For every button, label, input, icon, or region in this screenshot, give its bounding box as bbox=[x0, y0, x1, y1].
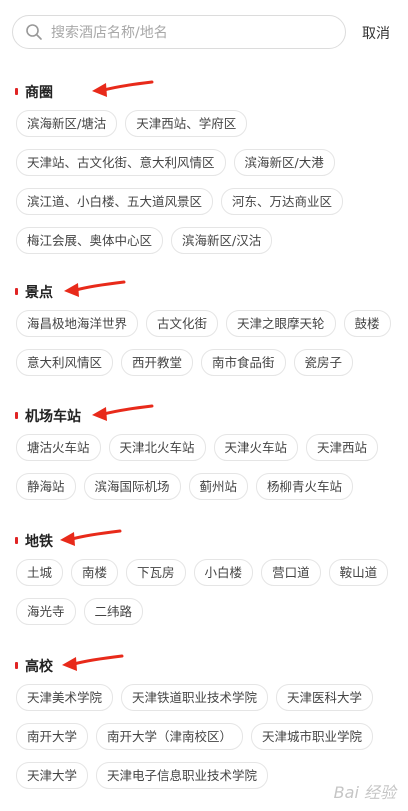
tag-row: 南开大学 南开大学（津南校区） 天津城市职业学院 bbox=[16, 723, 396, 750]
tag-list: 塘沽火车站 天津北火车站 天津火车站 天津西站 静海站 滨海国际机场 蓟州站 杨… bbox=[0, 434, 396, 500]
section-marker bbox=[15, 537, 18, 544]
tag-item[interactable]: 天津火车站 bbox=[213, 434, 299, 461]
tag-item[interactable]: 杨柳青火车站 bbox=[256, 473, 354, 500]
tag-row: 天津美术学院 天津铁道职业技术学院 天津医科大学 bbox=[16, 684, 396, 711]
tag-list: 滨海新区/塘沽 天津西站、学府区 天津站、古文化街、意大利风情区 滨海新区/大港… bbox=[0, 110, 396, 254]
tag-item[interactable]: 天津医科大学 bbox=[276, 684, 374, 711]
tag-item[interactable]: 滨海新区/汉沽 bbox=[171, 227, 273, 254]
red-arrow-icon bbox=[92, 404, 154, 421]
tag-item[interactable]: 滨海新区/大港 bbox=[233, 149, 335, 176]
red-arrow-icon bbox=[92, 80, 154, 97]
section-header: 机场车站 bbox=[0, 404, 408, 428]
tag-item[interactable]: 塘沽火车站 bbox=[16, 434, 101, 461]
tag-item[interactable]: 静海站 bbox=[16, 473, 76, 500]
tag-item[interactable]: 西开教堂 bbox=[121, 349, 194, 376]
section-header: 商圈 bbox=[0, 80, 408, 104]
tag-item[interactable]: 天津西站 bbox=[306, 434, 379, 461]
section-marker bbox=[15, 412, 18, 419]
tag-row: 静海站 滨海国际机场 蓟州站 杨柳青火车站 bbox=[16, 473, 396, 500]
tag-item[interactable]: 鼓楼 bbox=[343, 310, 391, 337]
page: 搜索酒店名称/地名 取消 商圈 滨海新区/塘沽 天津西站、学府区 天津站、古文化… bbox=[0, 0, 408, 811]
red-arrow-icon bbox=[64, 280, 126, 297]
tag-item[interactable]: 下瓦房 bbox=[126, 559, 186, 586]
red-arrow-icon bbox=[60, 529, 122, 546]
section-business-district: 商圈 滨海新区/塘沽 天津西站、学府区 天津站、古文化街、意大利风情区 滨海新区… bbox=[0, 80, 408, 266]
section-metro: 地铁 土城 南楼 下瓦房 小白楼 营口道 鞍山道 海光寺 二纬路 bbox=[0, 529, 408, 637]
tag-row: 天津站、古文化街、意大利风情区 滨海新区/大港 bbox=[16, 149, 396, 176]
tag-item[interactable]: 天津站、古文化街、意大利风情区 bbox=[16, 149, 226, 176]
tag-item[interactable]: 二纬路 bbox=[83, 598, 144, 625]
tag-item[interactable]: 土城 bbox=[16, 559, 64, 586]
tag-item[interactable]: 天津之眼摩天轮 bbox=[226, 310, 336, 337]
tag-item[interactable]: 天津美术学院 bbox=[16, 684, 114, 711]
section-transport: 机场车站 塘沽火车站 天津北火车站 天津火车站 天津西站 静海站 滨海国际机场 … bbox=[0, 404, 408, 512]
section-attractions: 景点 海昌极地海洋世界 古文化街 天津之眼摩天轮 鼓楼 意大利风情区 西开教堂 … bbox=[0, 280, 408, 388]
red-arrow-icon bbox=[62, 654, 124, 671]
tag-row: 塘沽火车站 天津北火车站 天津火车站 天津西站 bbox=[16, 434, 396, 461]
tag-list: 天津美术学院 天津铁道职业技术学院 天津医科大学 南开大学 南开大学（津南校区）… bbox=[0, 684, 396, 789]
tag-item[interactable]: 滨海国际机场 bbox=[83, 473, 181, 500]
section-header: 地铁 bbox=[0, 529, 408, 553]
tag-item[interactable]: 河东、万达商业区 bbox=[221, 188, 344, 215]
tag-item[interactable]: 小白楼 bbox=[193, 559, 254, 586]
search-input[interactable]: 搜索酒店名称/地名 bbox=[12, 15, 346, 49]
tag-row: 滨江道、小白楼、五大道风景区 河东、万达商业区 bbox=[16, 188, 396, 215]
tag-item[interactable]: 海昌极地海洋世界 bbox=[16, 310, 139, 337]
section-title: 景点 bbox=[25, 285, 53, 301]
tag-item[interactable]: 海光寺 bbox=[16, 598, 76, 625]
tag-item[interactable]: 滨海新区/塘沽 bbox=[16, 110, 118, 137]
section-header: 高校 bbox=[0, 654, 408, 678]
tag-item[interactable]: 天津城市职业学院 bbox=[251, 723, 374, 750]
section-marker bbox=[15, 88, 18, 95]
tag-list: 海昌极地海洋世界 古文化街 天津之眼摩天轮 鼓楼 意大利风情区 西开教堂 南市食… bbox=[0, 310, 396, 376]
section-title: 商圈 bbox=[25, 85, 53, 101]
tag-item[interactable]: 天津大学 bbox=[16, 762, 89, 789]
tag-item[interactable]: 天津西站、学府区 bbox=[125, 110, 248, 137]
tag-item[interactable]: 南楼 bbox=[71, 559, 119, 586]
tag-item[interactable]: 营口道 bbox=[261, 559, 321, 586]
section-title: 地铁 bbox=[25, 534, 53, 550]
tag-item[interactable]: 滨江道、小白楼、五大道风景区 bbox=[16, 188, 214, 215]
section-title: 高校 bbox=[25, 659, 53, 675]
tag-item[interactable]: 梅江会展、奥体中心区 bbox=[16, 227, 164, 254]
tag-item[interactable]: 古文化街 bbox=[146, 310, 219, 337]
tag-item[interactable]: 意大利风情区 bbox=[16, 349, 114, 376]
section-header: 景点 bbox=[0, 280, 408, 304]
tag-row: 梅江会展、奥体中心区 滨海新区/汉沽 bbox=[16, 227, 396, 254]
tag-item[interactable]: 南开大学 bbox=[16, 723, 89, 750]
tag-item[interactable]: 天津北火车站 bbox=[108, 434, 206, 461]
tag-item[interactable]: 蓟州站 bbox=[188, 473, 249, 500]
section-title: 机场车站 bbox=[25, 409, 81, 425]
tag-row: 海昌极地海洋世界 古文化街 天津之眼摩天轮 鼓楼 bbox=[16, 310, 396, 337]
tag-row: 海光寺 二纬路 bbox=[16, 598, 396, 625]
tag-item[interactable]: 南开大学（津南校区） bbox=[96, 723, 244, 750]
tag-list: 土城 南楼 下瓦房 小白楼 营口道 鞍山道 海光寺 二纬路 bbox=[0, 559, 396, 625]
section-marker bbox=[15, 662, 18, 669]
search-placeholder: 搜索酒店名称/地名 bbox=[51, 25, 168, 41]
search-icon bbox=[26, 24, 42, 40]
tag-item[interactable]: 鞍山道 bbox=[328, 559, 389, 586]
tag-item[interactable]: 天津电子信息职业技术学院 bbox=[96, 762, 269, 789]
tag-item[interactable]: 天津铁道职业技术学院 bbox=[121, 684, 269, 711]
tag-row: 滨海新区/塘沽 天津西站、学府区 bbox=[16, 110, 396, 137]
section-marker bbox=[15, 288, 18, 295]
cancel-button[interactable]: 取消 bbox=[362, 23, 390, 43]
tag-row: 意大利风情区 西开教堂 南市食品街 瓷房子 bbox=[16, 349, 396, 376]
watermark: Bai 经验 bbox=[333, 783, 396, 802]
tag-row: 土城 南楼 下瓦房 小白楼 营口道 鞍山道 bbox=[16, 559, 396, 586]
tag-item[interactable]: 瓷房子 bbox=[293, 349, 354, 376]
tag-item[interactable]: 南市食品街 bbox=[201, 349, 286, 376]
